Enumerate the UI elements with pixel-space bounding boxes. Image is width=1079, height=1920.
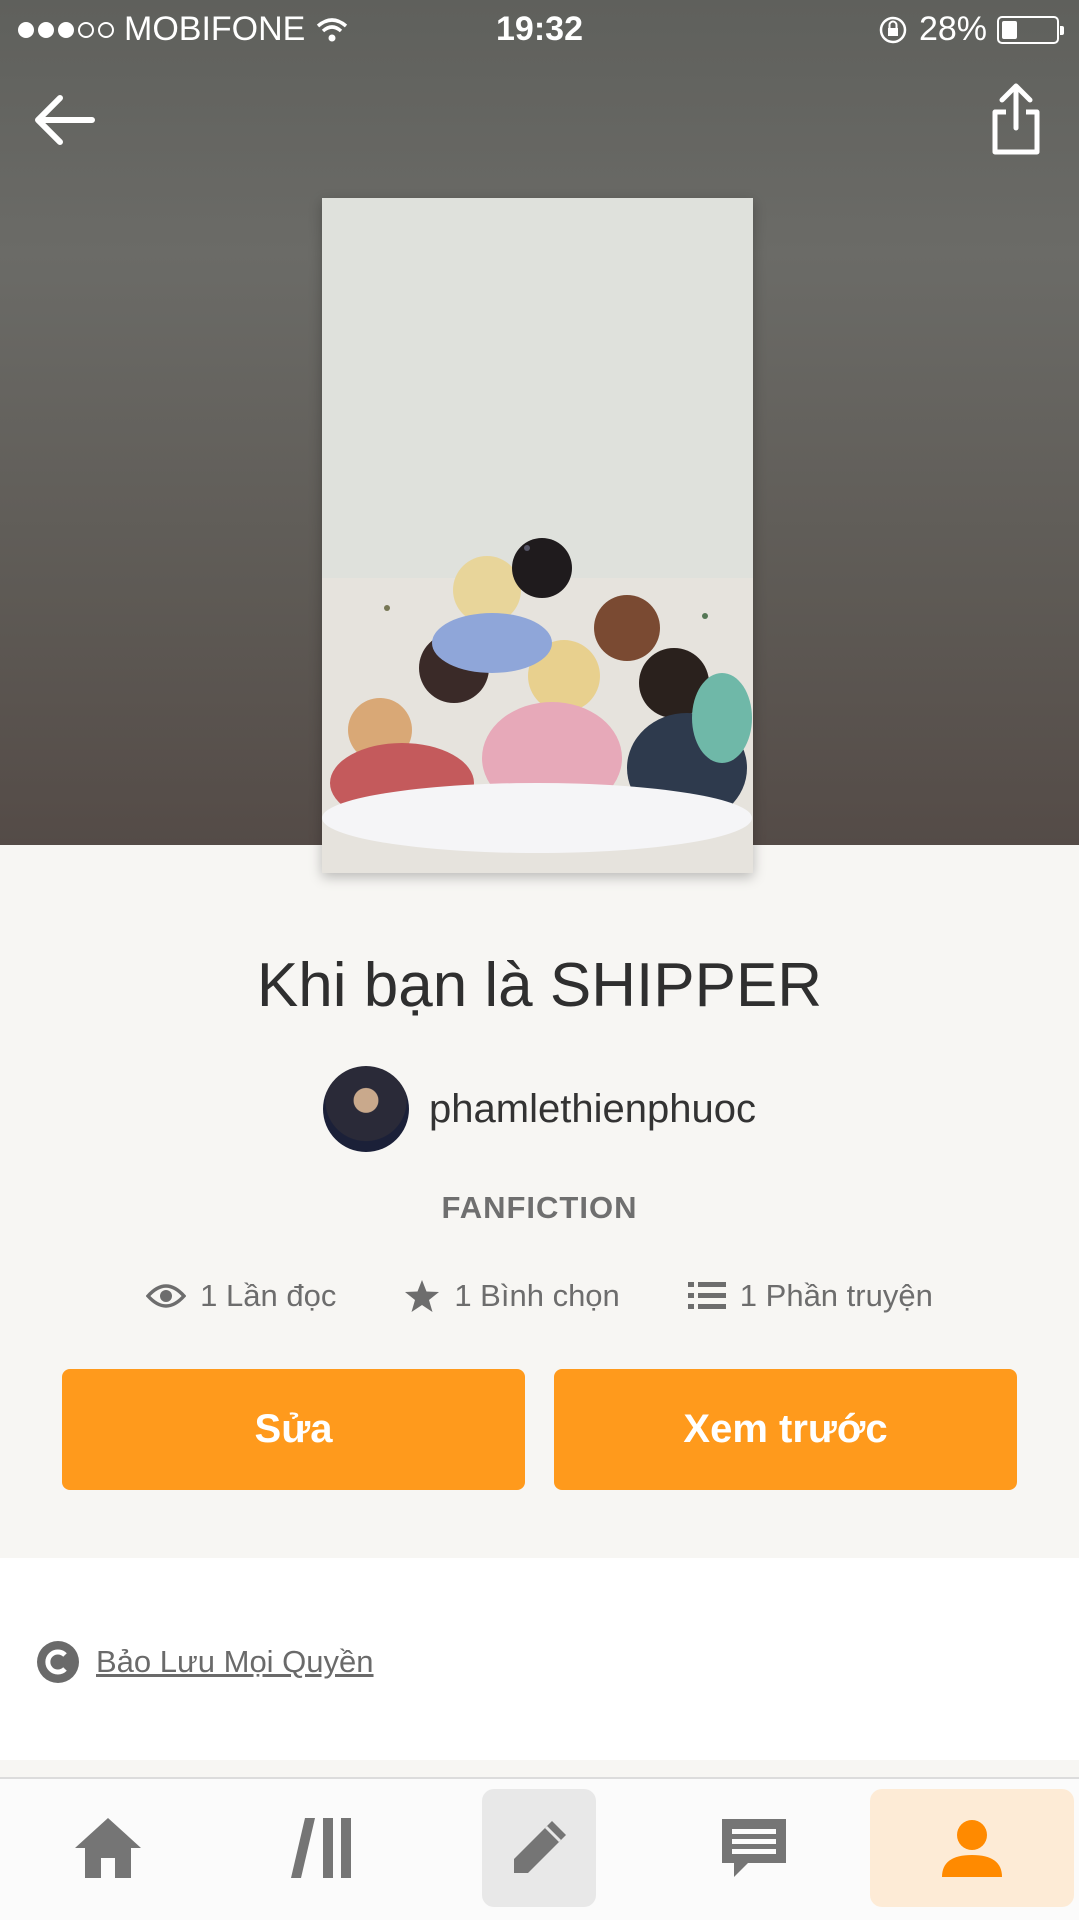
votes-count: 1 Bình chọn bbox=[454, 1278, 620, 1313]
battery-percent: 28% bbox=[918, 10, 987, 48]
copyright-label[interactable]: Bảo Lưu Mọi Quyền bbox=[96, 1644, 374, 1680]
tab-profile[interactable] bbox=[870, 1789, 1074, 1907]
tab-messages[interactable] bbox=[694, 1789, 814, 1907]
tab-home[interactable] bbox=[48, 1789, 168, 1907]
share-icon bbox=[992, 83, 1040, 155]
chat-icon bbox=[722, 1819, 786, 1877]
parts-count: 1 Phần truyện bbox=[739, 1278, 933, 1313]
share-button[interactable] bbox=[989, 82, 1043, 158]
avatar[interactable] bbox=[323, 1066, 410, 1152]
eye-icon bbox=[146, 1284, 187, 1308]
arrow-left-icon bbox=[35, 95, 95, 145]
votes-stat: 1 Bình chọn bbox=[404, 1278, 620, 1314]
author-row[interactable]: phamlethienphuoc bbox=[0, 1066, 1079, 1152]
preview-button[interactable]: Xem trước bbox=[554, 1369, 1017, 1490]
tab-write[interactable] bbox=[482, 1789, 596, 1907]
status-bar: MOBIFONE 19:32 28% bbox=[0, 0, 1079, 60]
story-stats: 1 Lần đọc 1 Bình chọn 1 Phần truyện bbox=[0, 1278, 1079, 1314]
rotation-lock-icon bbox=[879, 16, 907, 43]
back-button[interactable] bbox=[30, 90, 100, 150]
edit-button[interactable]: Sửa bbox=[62, 1369, 525, 1490]
list-icon bbox=[687, 1282, 726, 1309]
story-cover-image bbox=[322, 198, 753, 873]
copyright-icon bbox=[37, 1641, 79, 1683]
profile-icon bbox=[942, 1820, 1002, 1877]
genre-label[interactable]: FANFICTION bbox=[0, 1190, 1079, 1226]
tab-library[interactable] bbox=[264, 1789, 384, 1907]
library-icon bbox=[291, 1818, 351, 1878]
home-icon bbox=[75, 1818, 141, 1878]
story-title: Khi bạn là SHIPPER bbox=[256, 951, 823, 1020]
pencil-icon bbox=[514, 1821, 566, 1873]
battery-icon bbox=[997, 15, 1064, 44]
author-name[interactable]: phamlethienphuoc bbox=[429, 1087, 756, 1132]
parts-stat: 1 Phần truyện bbox=[687, 1278, 933, 1314]
star-icon bbox=[405, 1280, 440, 1312]
copyright-link[interactable]: Bảo Lưu Mọi Quyền bbox=[36, 1640, 374, 1684]
reads-stat: 1 Lần đọc bbox=[146, 1278, 336, 1314]
bottom-tab-bar bbox=[0, 1777, 1079, 1920]
reads-count: 1 Lần đọc bbox=[200, 1278, 337, 1313]
